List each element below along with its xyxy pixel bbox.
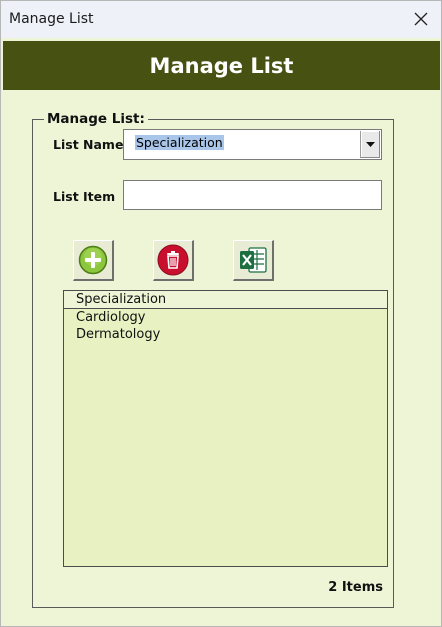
list-item-input[interactable] [123, 180, 382, 210]
item-count: 2 Items [328, 580, 383, 595]
chevron-down-icon [366, 142, 375, 147]
list-item[interactable]: Cardiology [76, 310, 146, 325]
manage-list-window: Manage List Manage List Manage List: Lis… [0, 0, 442, 627]
list-header: Specialization [64, 291, 387, 309]
title-bar[interactable]: Manage List [1, 1, 441, 38]
header-banner: Manage List [3, 41, 440, 90]
list-header-label: Specialization [76, 292, 167, 307]
trash-icon [157, 244, 189, 276]
list-item-label: List Item [53, 189, 116, 204]
close-button[interactable] [403, 4, 439, 34]
plus-circle-icon [78, 245, 108, 275]
list-name-label: List Name [53, 137, 124, 152]
list-name-combobox[interactable]: Specialization [123, 129, 382, 160]
window-title: Manage List [9, 11, 94, 27]
dropdown-button[interactable] [360, 131, 380, 158]
close-icon [414, 12, 428, 26]
list-name-value[interactable]: Specialization [135, 135, 224, 150]
excel-icon [240, 247, 267, 273]
header-title: Manage List [149, 53, 294, 78]
add-button[interactable] [73, 240, 114, 281]
delete-button[interactable] [153, 240, 194, 281]
list-item[interactable]: Dermatology [76, 327, 160, 342]
list-items-listbox[interactable]: Specialization Cardiology Dermatology [63, 290, 388, 567]
export-excel-button[interactable] [233, 240, 274, 281]
group-title: Manage List: [44, 111, 148, 127]
